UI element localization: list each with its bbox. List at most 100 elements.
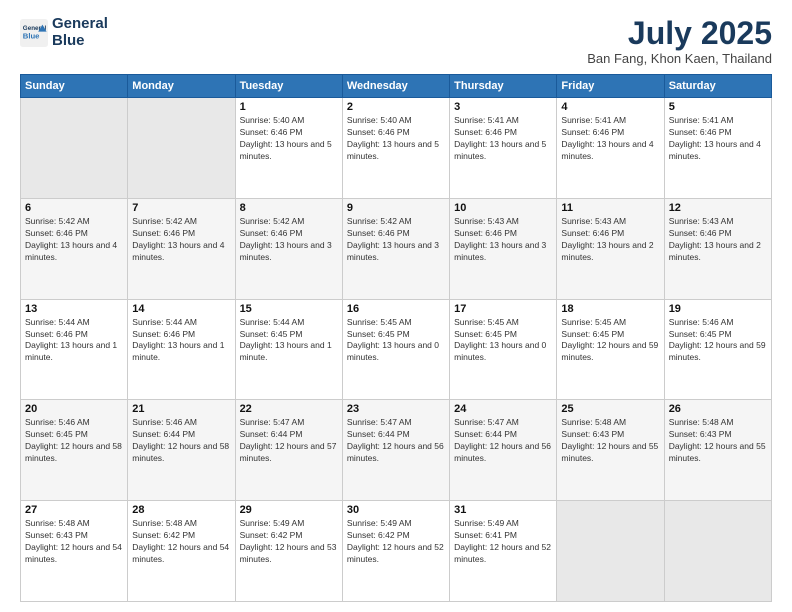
calendar-cell: 12Sunrise: 5:43 AM Sunset: 6:46 PM Dayli…	[664, 198, 771, 299]
calendar-cell: 27Sunrise: 5:48 AM Sunset: 6:43 PM Dayli…	[21, 501, 128, 602]
calendar-cell	[21, 98, 128, 199]
calendar-cell	[664, 501, 771, 602]
day-info: Sunrise: 5:49 AM Sunset: 6:41 PM Dayligh…	[454, 518, 552, 566]
day-info: Sunrise: 5:49 AM Sunset: 6:42 PM Dayligh…	[347, 518, 445, 566]
day-number: 27	[25, 504, 123, 516]
day-number: 9	[347, 202, 445, 214]
day-number: 17	[454, 303, 552, 315]
day-info: Sunrise: 5:47 AM Sunset: 6:44 PM Dayligh…	[347, 417, 445, 465]
day-number: 4	[561, 101, 659, 113]
day-number: 30	[347, 504, 445, 516]
day-info: Sunrise: 5:41 AM Sunset: 6:46 PM Dayligh…	[561, 115, 659, 163]
day-number: 13	[25, 303, 123, 315]
day-info: Sunrise: 5:40 AM Sunset: 6:46 PM Dayligh…	[240, 115, 338, 163]
day-number: 7	[132, 202, 230, 214]
day-number: 14	[132, 303, 230, 315]
calendar-header-tuesday: Tuesday	[235, 75, 342, 98]
calendar-cell: 26Sunrise: 5:48 AM Sunset: 6:43 PM Dayli…	[664, 400, 771, 501]
calendar-header-thursday: Thursday	[450, 75, 557, 98]
calendar-cell: 16Sunrise: 5:45 AM Sunset: 6:45 PM Dayli…	[342, 299, 449, 400]
day-number: 11	[561, 202, 659, 214]
calendar-week-2: 6 Sunrise: 5:42 AM Sunset: 6:46 PM Daylig…	[21, 198, 772, 299]
header: General Blue General Blue July 2025 Ban …	[20, 16, 772, 66]
logo: General Blue General Blue	[20, 16, 108, 49]
day-number: 22	[240, 403, 338, 415]
day-info: Sunrise: 5:48 AM Sunset: 6:42 PM Dayligh…	[132, 518, 230, 566]
day-info: Sunrise: 5:42 AM Sunset: 6:46 PM Dayligh…	[240, 216, 338, 264]
calendar-cell: 3Sunrise: 5:41 AM Sunset: 6:46 PM Daylig…	[450, 98, 557, 199]
calendar-cell: 2 Sunrise: 5:40 AM Sunset: 6:46 PM Daylig…	[342, 98, 449, 199]
day-info: Sunrise: 5:42 AM Sunset: 6:46 PM Dayligh…	[25, 216, 123, 264]
calendar-cell: 24 Sunrise: 5:47 AM Sunset: 6:44 PM Dayli…	[450, 400, 557, 501]
day-number: 26	[669, 403, 767, 415]
day-number: 28	[132, 504, 230, 516]
day-info: Sunrise: 5:40 AM Sunset: 6:46 PM Dayligh…	[347, 115, 445, 163]
day-number: 25	[561, 403, 659, 415]
day-number: 8	[240, 202, 338, 214]
day-number: 21	[132, 403, 230, 415]
day-number: 16	[347, 303, 445, 315]
day-number: 12	[669, 202, 767, 214]
logo-icon: General Blue	[20, 19, 48, 47]
calendar-cell: 23 Sunrise: 5:47 AM Sunset: 6:44 PM Dayli…	[342, 400, 449, 501]
month-title: July 2025	[587, 16, 772, 51]
day-info: Sunrise: 5:45 AM Sunset: 6:45 PM Dayligh…	[454, 317, 552, 365]
day-number: 5	[669, 101, 767, 113]
day-number: 19	[669, 303, 767, 315]
calendar-header-monday: Monday	[128, 75, 235, 98]
day-number: 1	[240, 101, 338, 113]
day-info: Sunrise: 5:41 AM Sunset: 6:46 PM Dayligh…	[669, 115, 767, 163]
calendar-cell: 31 Sunrise: 5:49 AM Sunset: 6:41 PM Dayli…	[450, 501, 557, 602]
calendar-cell: 22 Sunrise: 5:47 AM Sunset: 6:44 PM Dayli…	[235, 400, 342, 501]
day-number: 20	[25, 403, 123, 415]
calendar-cell: 8 Sunrise: 5:42 AM Sunset: 6:46 PM Daylig…	[235, 198, 342, 299]
day-number: 23	[347, 403, 445, 415]
calendar-header-row: SundayMondayTuesdayWednesdayThursdayFrid…	[21, 75, 772, 98]
page: General Blue General Blue July 2025 Ban …	[0, 0, 792, 612]
calendar-cell: 4 Sunrise: 5:41 AM Sunset: 6:46 PM Daylig…	[557, 98, 664, 199]
calendar-week-4: 20Sunrise: 5:46 AM Sunset: 6:45 PM Dayli…	[21, 400, 772, 501]
calendar-cell: 15Sunrise: 5:44 AM Sunset: 6:45 PM Dayli…	[235, 299, 342, 400]
title-block: July 2025 Ban Fang, Khon Kaen, Thailand	[587, 16, 772, 66]
calendar-cell: 10 Sunrise: 5:43 AM Sunset: 6:46 PM Dayli…	[450, 198, 557, 299]
day-number: 31	[454, 504, 552, 516]
day-info: Sunrise: 5:46 AM Sunset: 6:45 PM Dayligh…	[669, 317, 767, 365]
day-info: Sunrise: 5:48 AM Sunset: 6:43 PM Dayligh…	[561, 417, 659, 465]
day-number: 2	[347, 101, 445, 113]
day-info: Sunrise: 5:42 AM Sunset: 6:46 PM Dayligh…	[132, 216, 230, 264]
day-number: 18	[561, 303, 659, 315]
logo-text-line2: Blue	[52, 33, 108, 50]
calendar-cell: 13 Sunrise: 5:44 AM Sunset: 6:46 PM Dayli…	[21, 299, 128, 400]
calendar-cell: 25 Sunrise: 5:48 AM Sunset: 6:43 PM Dayli…	[557, 400, 664, 501]
calendar-cell: 1 Sunrise: 5:40 AM Sunset: 6:46 PM Daylig…	[235, 98, 342, 199]
calendar-table: SundayMondayTuesdayWednesdayThursdayFrid…	[20, 74, 772, 602]
calendar-cell: 11Sunrise: 5:43 AM Sunset: 6:46 PM Dayli…	[557, 198, 664, 299]
calendar-cell: 19 Sunrise: 5:46 AM Sunset: 6:45 PM Dayli…	[664, 299, 771, 400]
calendar-header-saturday: Saturday	[664, 75, 771, 98]
day-info: Sunrise: 5:44 AM Sunset: 6:46 PM Dayligh…	[25, 317, 123, 365]
calendar-week-3: 13 Sunrise: 5:44 AM Sunset: 6:46 PM Dayli…	[21, 299, 772, 400]
day-info: Sunrise: 5:43 AM Sunset: 6:46 PM Dayligh…	[454, 216, 552, 264]
logo-text-line1: General	[52, 16, 108, 33]
day-number: 6	[25, 202, 123, 214]
calendar-cell: 17 Sunrise: 5:45 AM Sunset: 6:45 PM Dayli…	[450, 299, 557, 400]
calendar-cell	[128, 98, 235, 199]
calendar-week-5: 27Sunrise: 5:48 AM Sunset: 6:43 PM Dayli…	[21, 501, 772, 602]
svg-text:Blue: Blue	[23, 31, 40, 40]
day-info: Sunrise: 5:45 AM Sunset: 6:45 PM Dayligh…	[561, 317, 659, 365]
calendar-cell: 9 Sunrise: 5:42 AM Sunset: 6:46 PM Daylig…	[342, 198, 449, 299]
calendar-cell: 18 Sunrise: 5:45 AM Sunset: 6:45 PM Dayli…	[557, 299, 664, 400]
day-number: 24	[454, 403, 552, 415]
day-info: Sunrise: 5:47 AM Sunset: 6:44 PM Dayligh…	[240, 417, 338, 465]
day-number: 10	[454, 202, 552, 214]
day-info: Sunrise: 5:42 AM Sunset: 6:46 PM Dayligh…	[347, 216, 445, 264]
calendar-cell: 30 Sunrise: 5:49 AM Sunset: 6:42 PM Dayli…	[342, 501, 449, 602]
calendar-cell: 6 Sunrise: 5:42 AM Sunset: 6:46 PM Daylig…	[21, 198, 128, 299]
day-info: Sunrise: 5:41 AM Sunset: 6:46 PM Dayligh…	[454, 115, 552, 163]
day-info: Sunrise: 5:47 AM Sunset: 6:44 PM Dayligh…	[454, 417, 552, 465]
calendar-cell	[557, 501, 664, 602]
location-title: Ban Fang, Khon Kaen, Thailand	[587, 51, 772, 66]
calendar-cell: 20Sunrise: 5:46 AM Sunset: 6:45 PM Dayli…	[21, 400, 128, 501]
day-info: Sunrise: 5:44 AM Sunset: 6:46 PM Dayligh…	[132, 317, 230, 365]
day-info: Sunrise: 5:49 AM Sunset: 6:42 PM Dayligh…	[240, 518, 338, 566]
